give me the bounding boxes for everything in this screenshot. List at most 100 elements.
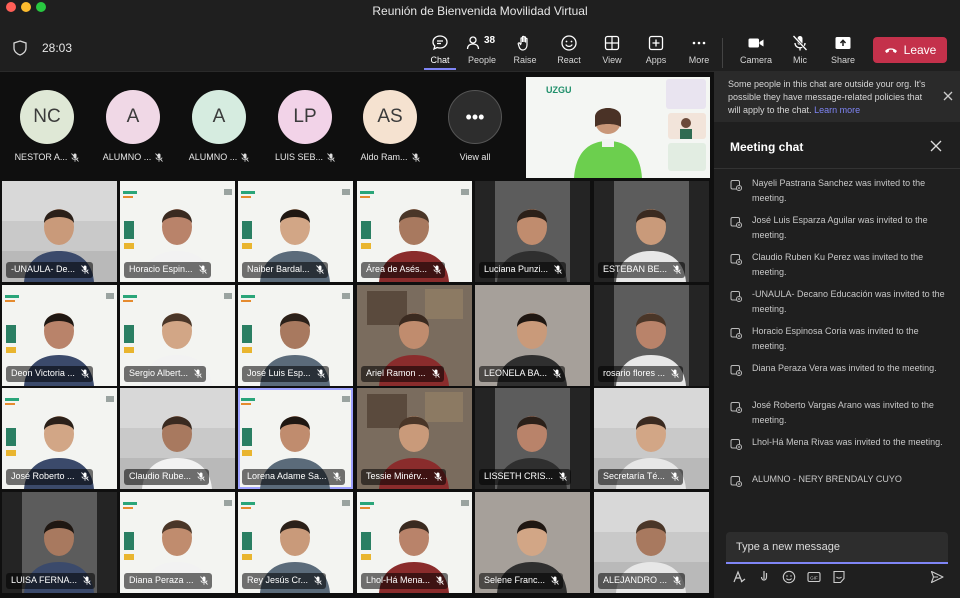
message-input[interactable]: Type a new message	[726, 532, 948, 564]
send-icon[interactable]	[930, 570, 944, 584]
chat-button[interactable]: Chat	[418, 32, 462, 70]
video-tile[interactable]: Horacio Espin...	[120, 181, 235, 282]
video-tile[interactable]: Rey Jesús Cr...	[238, 492, 353, 593]
avatar-participant[interactable]: NC NESTOR A...	[4, 90, 90, 162]
view-all-button[interactable]: ••• View all	[432, 90, 518, 162]
avatar-participant[interactable]: AS Aldo Ram...	[347, 90, 433, 162]
video-tile[interactable]: Secretaría Té...	[594, 388, 709, 489]
attach-icon[interactable]	[757, 570, 771, 584]
video-tile[interactable]: LUISA FERNA...	[2, 492, 117, 593]
chat-message-text: José Luis Esparza Aguilar was invited to…	[752, 215, 928, 240]
mic-off-icon	[80, 472, 89, 481]
video-tile[interactable]: LISSETH CRIS...	[475, 388, 590, 489]
mic-off-icon	[551, 576, 559, 585]
video-tile[interactable]: José Roberto ...	[2, 388, 117, 489]
mic-off-icon	[71, 153, 80, 162]
mic-button[interactable]: Mic	[778, 32, 822, 70]
toolbar-divider	[722, 38, 723, 68]
video-tile[interactable]: Deon Victoria ...	[2, 285, 117, 386]
people-button-label: People	[467, 55, 497, 65]
video-tile[interactable]: rosario flores ...	[594, 285, 709, 386]
mic-off-icon	[554, 265, 562, 274]
mic-off-icon	[431, 369, 440, 378]
view-button[interactable]: View	[590, 32, 634, 70]
close-icon[interactable]	[930, 140, 942, 152]
leave-button-label: Leave	[903, 43, 937, 57]
participant-avatar-strip: NC NESTOR A... A ALUMNO ... A ALUMNO ...…	[0, 72, 520, 180]
participant-name: LISSETH CRIS...	[484, 471, 554, 481]
mic-off-icon	[433, 265, 441, 274]
participant-added-icon	[730, 365, 742, 376]
avatar-name-text: ALUMNO ...	[188, 152, 238, 162]
video-tile[interactable]: Tessie Minérv...	[357, 388, 472, 489]
video-tile[interactable]: Claudio Rube...	[120, 388, 235, 489]
learn-more-link[interactable]: Learn more	[814, 105, 860, 115]
participant-added-icon	[730, 291, 742, 302]
video-tile[interactable]: José Luis Esp...	[238, 285, 353, 386]
participant-added-icon	[730, 254, 742, 265]
chat-button-label: Chat	[430, 55, 450, 65]
avatar-name: NESTOR A...	[4, 152, 90, 162]
mic-off-icon	[155, 153, 164, 162]
avatar-participant[interactable]: A ALUMNO ...	[90, 90, 176, 162]
mic-off-icon	[673, 576, 681, 585]
view-icon	[604, 35, 620, 51]
video-tile[interactable]: Sergio Albert...	[120, 285, 235, 386]
avatar: LP	[278, 90, 332, 144]
participant-added-icon	[730, 180, 742, 191]
participant-count: 38	[484, 35, 496, 46]
avatar-name: Aldo Ram...	[347, 152, 433, 162]
mic-off-icon	[241, 153, 250, 162]
video-tile[interactable]: Luciana Punzi...	[475, 181, 590, 282]
mic-off-icon	[315, 265, 324, 274]
close-icon[interactable]	[942, 90, 954, 102]
participant-name: LEONELA BA...	[484, 368, 548, 378]
emoji-icon[interactable]	[782, 570, 796, 584]
window-title: Reunión de Bienvenida Movilidad Virtual	[372, 4, 588, 18]
video-tile[interactable]: Ariel Ramon ...	[357, 285, 472, 386]
participant-name: Secretaría Té...	[603, 471, 665, 481]
avatar-participant[interactable]: LP LUIS SEB...	[262, 90, 348, 162]
chat-system-message: ALUMNO - NERY BRENDALY CUYO	[730, 472, 952, 509]
avatar-name: ALUMNO ...	[90, 152, 176, 162]
participant-name: José Roberto ...	[11, 471, 75, 481]
chat-message-text: Horacio Espinosa Coria was invited to th…	[752, 326, 919, 351]
more-button[interactable]: More	[677, 32, 721, 70]
apps-button[interactable]: Apps	[634, 32, 678, 70]
raise-hand-button[interactable]: Raise	[503, 32, 547, 70]
react-button[interactable]: React	[547, 32, 591, 70]
share-button[interactable]: Share	[821, 32, 865, 70]
video-tile[interactable]: Naiber Bardal...	[238, 181, 353, 282]
participant-name: Lhol-Há Mena...	[366, 575, 431, 585]
video-tile[interactable]: ESTEBAN BE...	[594, 181, 709, 282]
mic-off-icon	[332, 472, 341, 481]
video-tile[interactable]: Área de Asés...	[357, 181, 472, 282]
spotlight-video[interactable]: UZGU	[526, 77, 710, 178]
video-tile[interactable]: Lhol-Há Mena...	[357, 492, 472, 593]
chat-system-message: Nayeli Pastrana Sanchez was invited to t…	[730, 176, 952, 213]
avatar-name-text: NESTOR A...	[14, 152, 68, 162]
format-icon[interactable]	[732, 570, 746, 584]
mic-off-icon	[671, 472, 679, 481]
video-tile[interactable]: Diana Peraza ...	[120, 492, 235, 593]
shield-icon	[13, 40, 27, 56]
avatar: A	[192, 90, 246, 144]
participant-name-label: Ariel Ramon ...	[361, 366, 444, 382]
mic-off-icon	[559, 472, 567, 481]
compose-toolbar: GIF	[732, 570, 954, 586]
participant-added-icon	[730, 439, 742, 450]
video-tile[interactable]: ALEJANDRO ...	[594, 492, 709, 593]
avatar-participant[interactable]: A ALUMNO ...	[176, 90, 262, 162]
video-tile[interactable]: Lorena Adame Sa...	[238, 388, 353, 489]
mic-off-icon	[198, 265, 207, 274]
gif-icon[interactable]: GIF	[807, 570, 821, 584]
video-tile[interactable]: LEONELA BA...	[475, 285, 590, 386]
sticker-icon[interactable]	[832, 570, 846, 584]
leave-button[interactable]: Leave	[873, 37, 947, 63]
video-tile[interactable]: -UNAULA- De...	[2, 181, 117, 282]
chat-message-text: José Roberto Vargas Arano was invited to…	[752, 400, 934, 425]
participant-name: Rey Jesús Cr...	[247, 575, 309, 585]
video-tile[interactable]: Selene Franc...	[475, 492, 590, 593]
people-button[interactable]: People	[460, 32, 504, 70]
camera-button[interactable]: Camera	[734, 32, 778, 70]
